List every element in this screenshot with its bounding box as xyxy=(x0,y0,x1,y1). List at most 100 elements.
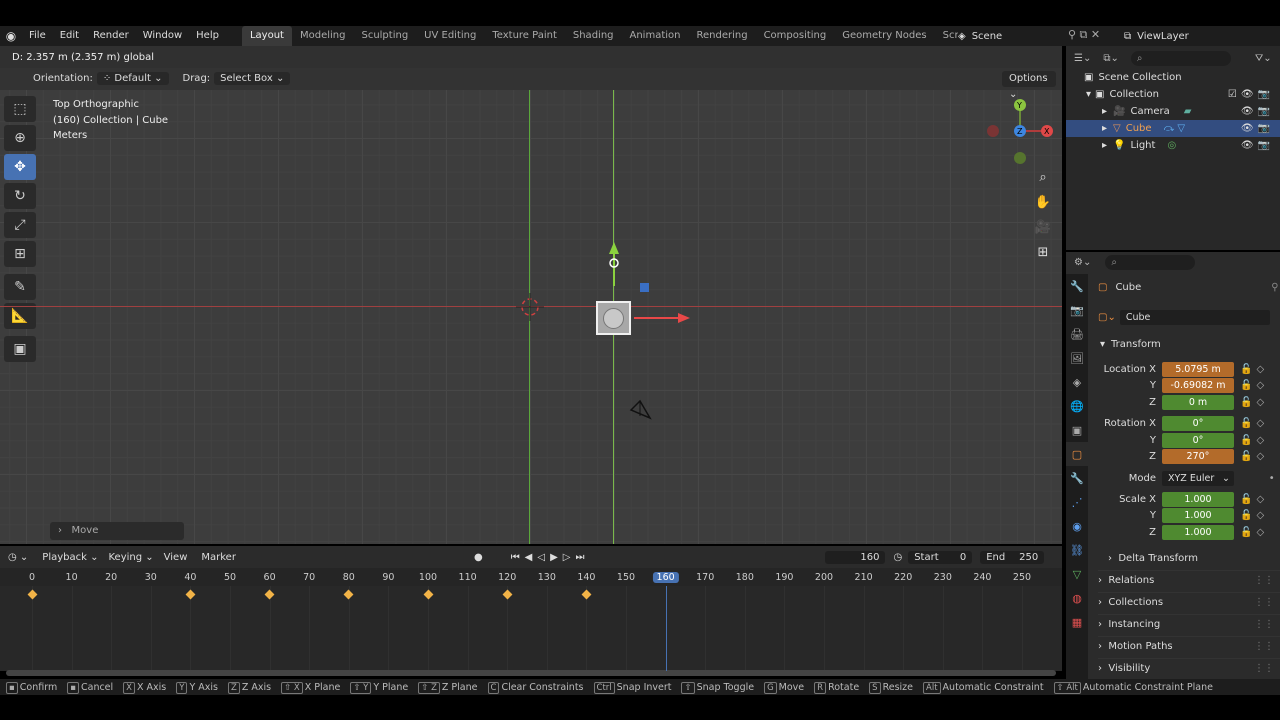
tab-layout[interactable]: Layout xyxy=(241,26,292,46)
expand-icon[interactable]: ▸ xyxy=(1102,123,1107,134)
cursor-tool-icon[interactable]: ⊕ xyxy=(4,125,36,151)
lock-keyframe-icon[interactable]: 🔓◇ xyxy=(1240,494,1268,505)
keying-menu[interactable]: Keying ⌄ xyxy=(108,552,153,563)
camera-object-icon[interactable] xyxy=(626,398,656,424)
lock-keyframe-icon[interactable]: 🔓◇ xyxy=(1240,380,1268,391)
collections-panel[interactable]: › Collections ⋮⋮ xyxy=(1098,592,1280,612)
lock-keyframe-icon[interactable]: 🔓◇ xyxy=(1240,527,1268,538)
select-box-tool-icon[interactable]: ⬚ xyxy=(4,96,36,122)
timeline-keyframe-area[interactable] xyxy=(0,586,1062,671)
data-tab-icon[interactable]: ▽ xyxy=(1066,562,1088,586)
drag-dropdown[interactable]: Select Box ⌄ xyxy=(214,72,291,85)
keyframe[interactable] xyxy=(423,589,433,600)
render-tab-icon[interactable]: 📷 xyxy=(1066,298,1088,322)
lock-keyframe-icon[interactable]: 🔓◇ xyxy=(1240,418,1268,429)
pin-icon[interactable]: ⚲ ⧉ ✕ xyxy=(1068,28,1100,42)
playhead-line[interactable] xyxy=(665,586,667,671)
drag-handle-icon[interactable]: ⋮⋮ xyxy=(1254,575,1274,586)
tab-texture-paint[interactable]: Texture Paint xyxy=(484,26,565,46)
lock-keyframe-icon[interactable]: 🔓◇ xyxy=(1240,364,1268,375)
rotation-y-field[interactable]: 0° xyxy=(1162,432,1234,448)
pan-hand-icon[interactable]: ✋ xyxy=(1032,191,1054,213)
timeline-editor-icon[interactable]: ◷ ⌄ xyxy=(8,552,28,563)
object-datablock-icon[interactable]: ▢⌄ xyxy=(1098,312,1116,323)
add-cube-tool-icon[interactable]: ▣ xyxy=(4,336,36,362)
collection-toggles-icon[interactable]: ☑👁📷 xyxy=(1228,89,1274,100)
marker-menu[interactable]: Marker xyxy=(201,552,236,563)
lock-keyframe-icon[interactable]: 🔓◇ xyxy=(1240,435,1268,446)
keyframe[interactable] xyxy=(264,589,275,600)
lock-keyframe-icon[interactable]: 🔓◇ xyxy=(1240,510,1268,521)
scale-x-field[interactable]: 1.000 xyxy=(1162,491,1234,507)
keyframe[interactable] xyxy=(502,589,513,600)
collection-row[interactable]: ▾ ▣ Collection ☑👁📷 xyxy=(1066,86,1280,103)
keyframe[interactable] xyxy=(185,589,196,600)
object-tab-icon[interactable]: ▢ xyxy=(1066,442,1088,466)
light-toggles-icon[interactable]: 👁📷 xyxy=(1241,140,1274,151)
tab-compositing[interactable]: Compositing xyxy=(756,26,835,46)
expand-icon[interactable]: ▸ xyxy=(1102,140,1107,151)
lock-keyframe-icon[interactable]: 🔓◇ xyxy=(1240,397,1268,408)
keyframe[interactable] xyxy=(27,589,37,600)
menu-file[interactable]: File xyxy=(22,26,53,46)
display-mode-icon[interactable]: ⧉⌄ xyxy=(1103,53,1119,64)
drag-handle-icon[interactable]: ⋮⋮ xyxy=(1254,663,1274,674)
cube-toggles-icon[interactable]: 👁📷 xyxy=(1241,123,1274,134)
modifier-tab-icon[interactable]: 🔧 xyxy=(1066,466,1088,490)
redo-move-panel[interactable]: › Move xyxy=(50,522,184,540)
physics-tab-icon[interactable]: ◉ xyxy=(1066,514,1088,538)
scene-selector[interactable]: ◈ Scene xyxy=(958,28,1066,44)
options-button[interactable]: Options ⌄ xyxy=(1002,71,1056,100)
material-tab-icon[interactable]: ◍ xyxy=(1066,586,1088,610)
world-tab-icon[interactable]: 🌐 xyxy=(1066,394,1088,418)
navigation-gizmo[interactable]: Y X Z xyxy=(984,96,1056,164)
view-layer-selector[interactable]: ⧉ ViewLayer xyxy=(1124,28,1264,44)
rotate-tool-icon[interactable]: ↻ xyxy=(4,183,36,209)
outliner-item-light[interactable]: ▸ 💡 Light ◎ 👁📷 xyxy=(1066,137,1280,154)
tab-sculpting[interactable]: Sculpting xyxy=(353,26,416,46)
preview-range-icon[interactable]: ◷ xyxy=(893,552,902,563)
timeline-ruler[interactable]: 0 10 20 30 40 50 60 70 80 90 100 110 120 130 140 150 160… xyxy=(0,568,1062,586)
menu-edit[interactable]: Edit xyxy=(53,26,86,46)
view-menu[interactable]: View xyxy=(164,552,188,563)
tab-shading[interactable]: Shading xyxy=(565,26,622,46)
current-frame-field[interactable]: 160 xyxy=(825,550,886,564)
expand-icon[interactable]: ▾ xyxy=(1086,89,1091,100)
constraints-tab-icon[interactable]: ⛓ xyxy=(1066,538,1088,562)
camera-data-icon[interactable]: ▰ xyxy=(1184,106,1192,117)
keyframe[interactable] xyxy=(581,589,592,600)
relations-panel[interactable]: › Relations ⋮⋮ xyxy=(1098,570,1280,590)
tab-animation[interactable]: Animation xyxy=(622,26,689,46)
scene-collection-row[interactable]: ▣ Scene Collection xyxy=(1066,69,1280,86)
tool-tab-icon[interactable]: 🔧 xyxy=(1066,274,1088,298)
scale-y-field[interactable]: 1.000 xyxy=(1162,507,1234,523)
timeline-scrollbar[interactable] xyxy=(6,670,1056,676)
camera-toggles-icon[interactable]: 👁📷 xyxy=(1241,106,1274,117)
orientation-dropdown[interactable]: ⁘ Default ⌄ xyxy=(96,72,169,85)
visibility-panel[interactable]: › Visibility ⋮⋮ xyxy=(1098,658,1280,678)
drag-handle-icon[interactable]: ⋮⋮ xyxy=(1254,597,1274,608)
tab-geometry-nodes[interactable]: Geometry Nodes xyxy=(834,26,934,46)
rotation-z-field[interactable]: 270° xyxy=(1162,448,1234,464)
drag-handle-icon[interactable]: ⋮⋮ xyxy=(1254,641,1274,652)
location-x-field[interactable]: 5.0795 m xyxy=(1162,361,1234,377)
annotate-tool-icon[interactable]: ✎ xyxy=(4,274,36,300)
drag-handle-icon[interactable]: ⋮⋮ xyxy=(1254,619,1274,630)
properties-editor-icon[interactable]: ⚙⌄ xyxy=(1074,257,1091,268)
end-frame-field[interactable]: End 250 xyxy=(980,550,1045,564)
outliner-editor-icon[interactable]: ☰⌄ xyxy=(1074,53,1091,64)
lock-keyframe-icon[interactable]: 🔓◇ xyxy=(1240,451,1268,462)
outliner-item-camera[interactable]: ▸ 🎥 Camera ▰ 👁📷 xyxy=(1066,103,1280,120)
view-layer-tab-icon[interactable]: 🖼 xyxy=(1066,346,1088,370)
rotation-x-field[interactable]: 0° xyxy=(1162,415,1234,431)
modifier-icon[interactable]: ⤼ ▽ xyxy=(1164,123,1186,134)
collection-tab-icon[interactable]: ▣ xyxy=(1066,418,1088,442)
light-data-icon[interactable]: ◎ xyxy=(1167,140,1176,151)
motion-paths-panel[interactable]: › Motion Paths ⋮⋮ xyxy=(1098,636,1280,656)
instancing-panel[interactable]: › Instancing ⋮⋮ xyxy=(1098,614,1280,634)
transform-panel-header[interactable]: ▾ Transform xyxy=(1090,336,1161,352)
outliner-item-cube[interactable]: ▸ ▽ Cube ⤼ ▽ 👁📷 xyxy=(1066,120,1280,137)
menu-render[interactable]: Render xyxy=(86,26,136,46)
camera-view-icon[interactable]: 🎥 xyxy=(1032,216,1054,238)
location-y-field[interactable]: -0.69082 m xyxy=(1162,377,1234,393)
